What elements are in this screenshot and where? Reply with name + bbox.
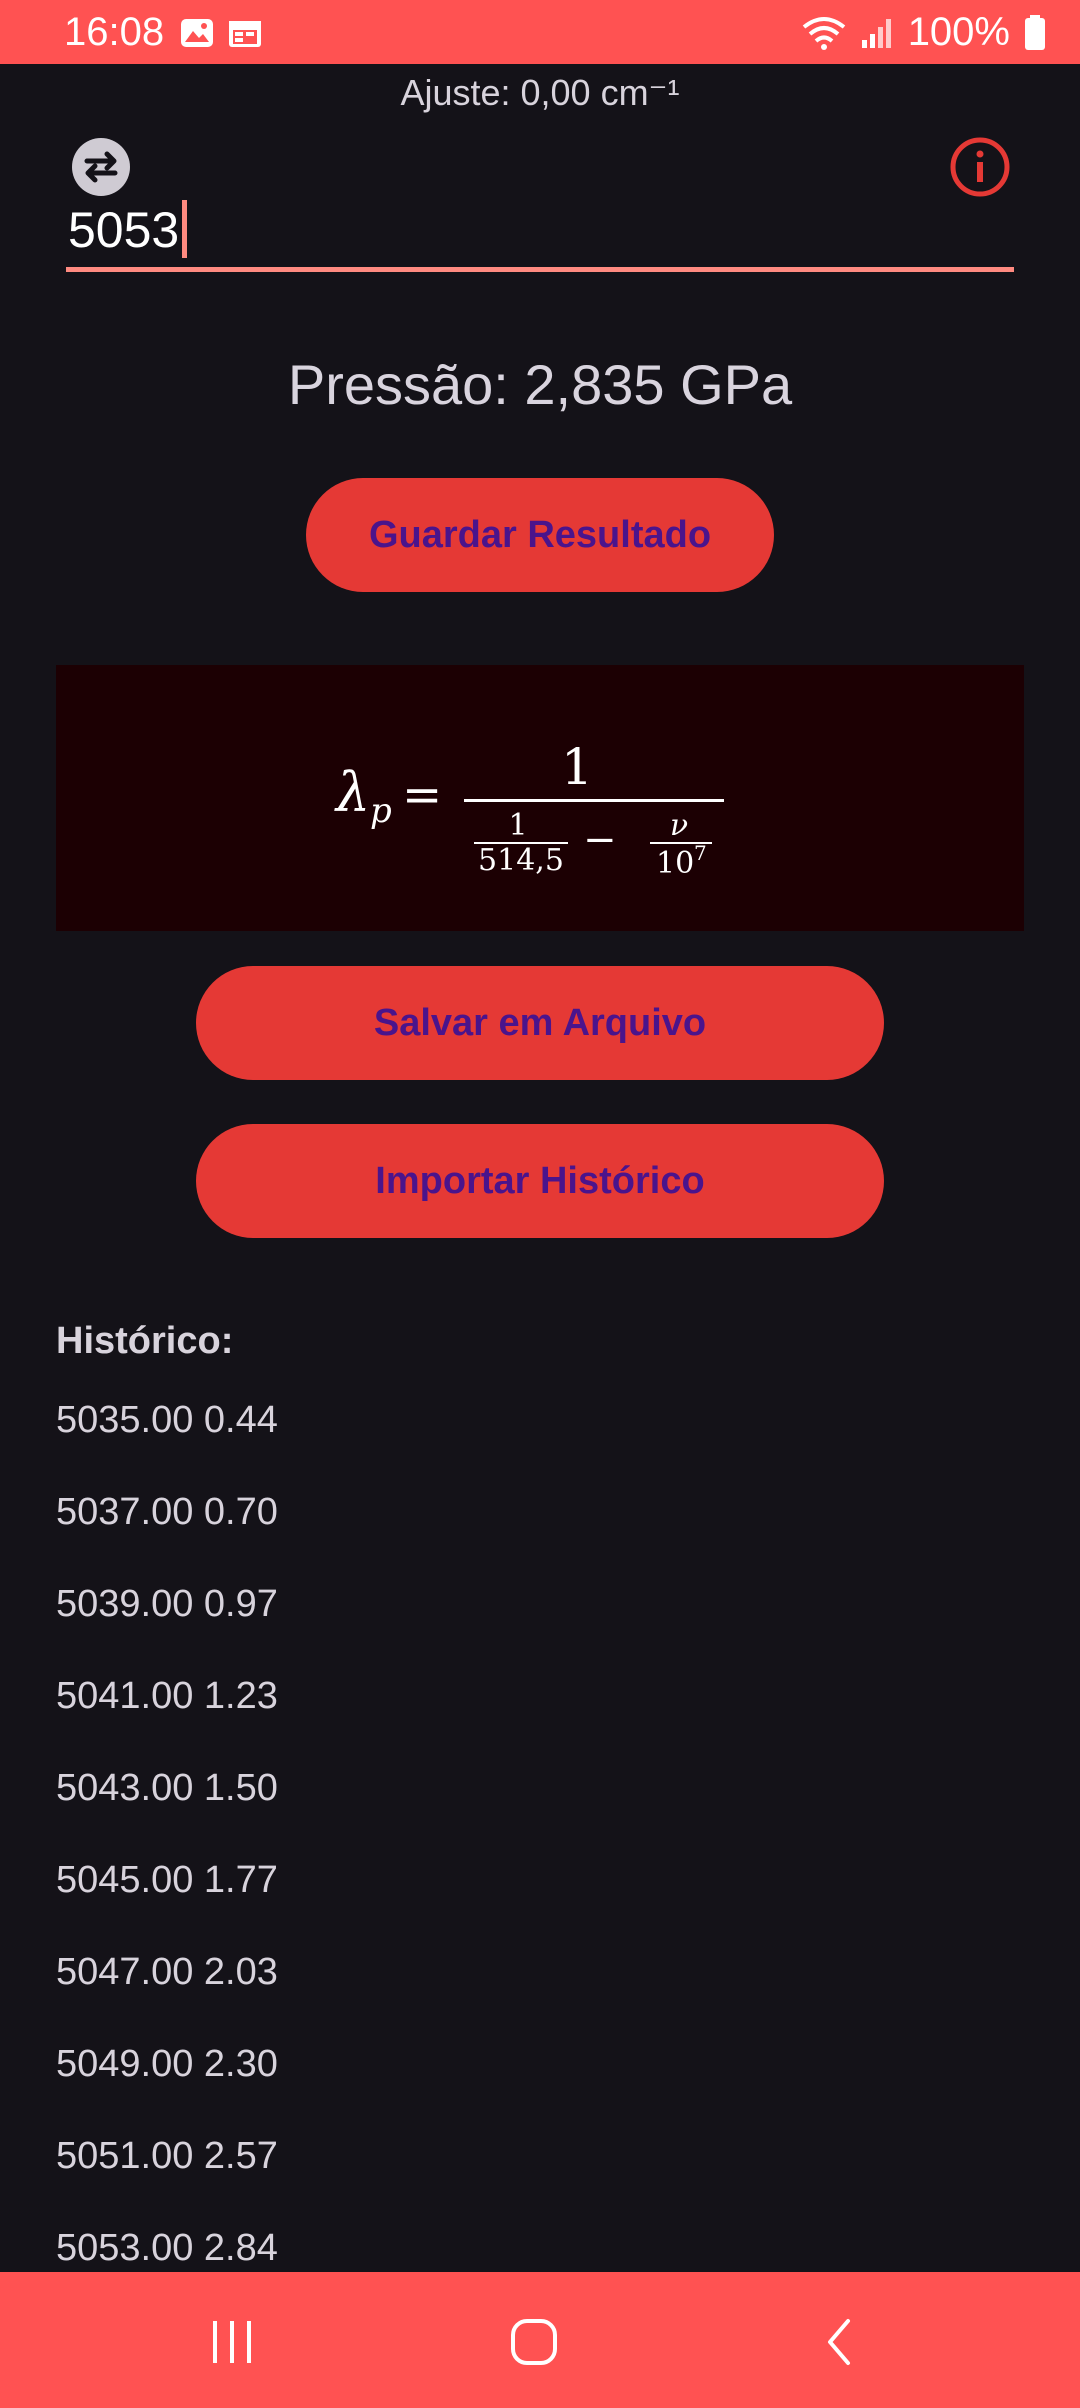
history-item: 5039.00 0.97 — [56, 1583, 278, 1625]
history-item: 5041.00 1.23 — [56, 1675, 278, 1717]
status-time: 16:08 — [64, 10, 165, 54]
wavenumber-field[interactable] — [66, 196, 1014, 272]
pressure-result: Pressão: 2,835 GPa — [287, 353, 793, 416]
home-button[interactable] — [494, 2302, 574, 2382]
formula-exponent: 7 — [694, 841, 707, 865]
formula-ten: 10 — [656, 846, 694, 878]
salvar-arquivo-button[interactable]: Salvar em Arquivo — [196, 966, 884, 1080]
formula-numerator: 1 — [561, 738, 593, 796]
adjust-label: Ajuste: 0,00 cm⁻¹ — [400, 72, 680, 113]
formula-main-bar — [464, 799, 724, 802]
home-icon — [511, 2319, 557, 2365]
wifi-icon — [802, 16, 845, 50]
recent-apps-button[interactable] — [192, 2302, 272, 2382]
guardar-resultado-button[interactable]: Guardar Resultado — [306, 478, 774, 592]
app-screen: 16:08 100% Ajuste: 0,00 cm⁻¹ 5053 Pressã… — [0, 0, 1080, 2408]
back-button[interactable] — [800, 2302, 880, 2382]
signal-icon — [861, 18, 891, 48]
gallery-icon — [181, 19, 213, 47]
formula-lambda: λ — [334, 761, 370, 824]
battery-icon — [1025, 14, 1045, 50]
history-item: 5045.00 1.77 — [56, 1859, 278, 1901]
formula-minus: − — [583, 817, 617, 863]
history-item: 5049.00 2.30 — [56, 2043, 278, 2085]
swap-button[interactable] — [72, 138, 130, 196]
info-button[interactable] — [949, 136, 1011, 198]
history-item: 5043.00 1.50 — [56, 1767, 278, 1809]
history-item: 5035.00 0.44 — [56, 1399, 278, 1441]
history-title: Histórico: — [56, 1320, 234, 1362]
battery-percent: 100% — [907, 10, 1010, 54]
history-item: 5047.00 2.03 — [56, 1951, 278, 1993]
text-cursor — [182, 200, 187, 258]
formula-inner-den: 514,5 — [478, 843, 564, 878]
formula: λ p = 1 1 514,5 − ν 10 7 — [334, 738, 724, 878]
navigation-bar — [0, 2272, 1080, 2408]
recent-apps-icon — [213, 2321, 251, 2363]
importar-historico-button[interactable]: Importar Histórico — [196, 1124, 884, 1238]
info-icon — [950, 137, 1010, 197]
history-list: 5035.00 0.44 5037.00 0.70 5039.00 0.97 5… — [56, 1396, 956, 2316]
formula-nu: ν — [670, 808, 688, 843]
wavenumber-input[interactable] — [66, 196, 1014, 264]
formula-box: λ p = 1 1 514,5 − ν 10 7 — [56, 665, 1024, 931]
history-item: 5051.00 2.57 — [56, 2135, 278, 2177]
formula-inner-num: 1 — [508, 808, 527, 843]
formula-equals: = — [402, 767, 442, 823]
history-item: 5037.00 0.70 — [56, 1491, 278, 1533]
back-icon — [828, 2319, 850, 2365]
formula-lambda-sub: p — [370, 791, 392, 831]
calendar-icon — [229, 21, 261, 47]
swap-icon — [84, 151, 118, 183]
status-bar: 16:08 100% — [0, 0, 1080, 64]
